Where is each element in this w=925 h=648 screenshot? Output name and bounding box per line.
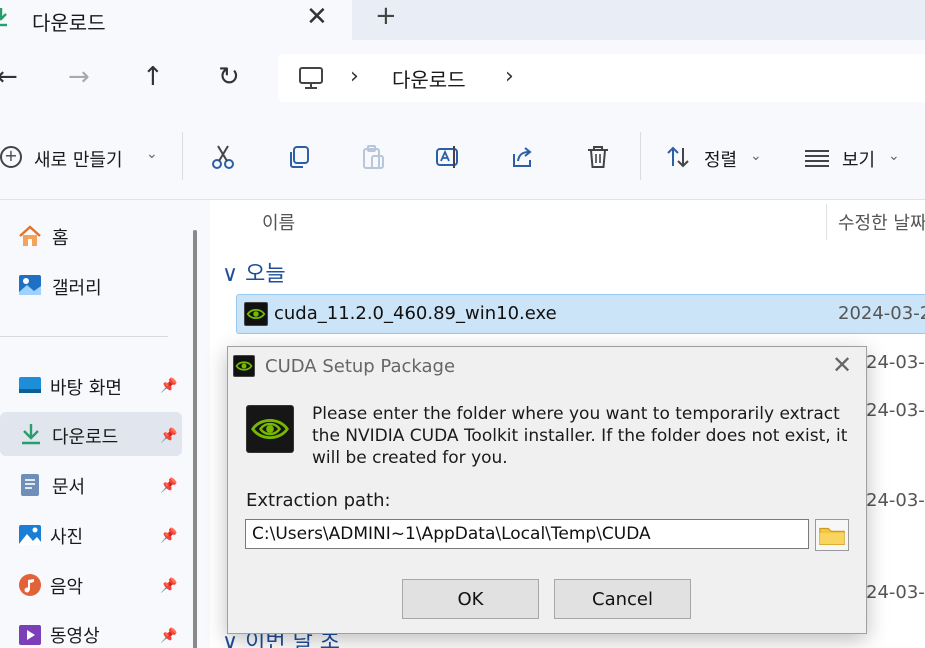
sidebar-item-label: 사진 — [50, 527, 84, 548]
forward-button[interactable]: → — [68, 64, 90, 90]
column-divider[interactable] — [826, 204, 827, 240]
extraction-path-input[interactable] — [245, 519, 809, 549]
copy-icon[interactable] — [286, 144, 312, 170]
this-pc-icon — [299, 67, 323, 89]
sidebar-item-label: 홈 — [52, 228, 69, 249]
browse-folder-button[interactable] — [815, 519, 849, 551]
pin-icon[interactable]: 📌 — [160, 528, 177, 544]
cut-icon[interactable] — [210, 144, 236, 170]
nvidia-icon — [233, 355, 255, 377]
command-bar — [0, 116, 925, 200]
dialog-title: CUDA Setup Package — [265, 356, 456, 377]
toolbar-divider — [182, 132, 183, 180]
paste-icon[interactable] — [360, 144, 386, 170]
breadcrumb-separator[interactable]: › — [350, 64, 359, 89]
gallery-icon — [19, 275, 41, 295]
file-name: cuda_11.2.0_460.89_win10.exe — [274, 303, 557, 324]
sidebar-item-label: 문서 — [52, 477, 86, 498]
sidebar-item-label: 음악 — [50, 577, 84, 598]
refresh-button[interactable]: ↻ — [218, 64, 240, 90]
file-date: 24-03-2 — [866, 400, 925, 421]
nvidia-logo — [246, 405, 294, 453]
file-date: 2024-03-2 — [838, 303, 925, 324]
rename-icon[interactable] — [435, 144, 461, 170]
pin-icon[interactable]: 📌 — [160, 378, 177, 394]
pin-icon[interactable]: 📌 — [160, 628, 177, 644]
dialog-close-button[interactable]: ✕ — [832, 350, 852, 380]
sidebar-item-label: 다운로드 — [52, 427, 119, 448]
chevron-down-icon[interactable]: ⌄ — [146, 146, 158, 162]
back-button[interactable]: ← — [0, 64, 18, 90]
pin-icon[interactable]: 📌 — [160, 428, 177, 444]
share-icon[interactable] — [510, 144, 536, 170]
new-tab-button[interactable]: + — [375, 3, 397, 29]
tab-title: 다운로드 — [32, 11, 106, 35]
sort-icon[interactable] — [665, 144, 691, 170]
address-bar[interactable] — [278, 54, 925, 102]
desktop-icon — [19, 377, 41, 393]
nvidia-eye-icon — [235, 361, 253, 371]
videos-icon — [19, 625, 41, 645]
nvidia-eye-icon — [246, 308, 266, 320]
view-button[interactable]: 보기 — [842, 146, 875, 172]
file-date: 24-03-2 — [866, 352, 925, 373]
sidebar-item-label: 바탕 화면 — [50, 378, 122, 399]
delete-icon[interactable] — [585, 144, 611, 170]
download-icon — [0, 8, 7, 27]
view-icon[interactable] — [804, 144, 830, 170]
sidebar-scrollbar[interactable] — [193, 230, 197, 648]
new-button[interactable]: 새로 만들기 — [34, 146, 123, 172]
sidebar-item-label: 갤러리 — [52, 278, 102, 299]
dialog-message: Please enter the folder where you want t… — [312, 404, 848, 468]
cancel-button[interactable]: Cancel — [554, 579, 691, 619]
ok-button[interactable]: OK — [402, 579, 539, 619]
folder-icon — [819, 527, 845, 545]
breadcrumb-item-downloads[interactable]: 다운로드 — [392, 64, 466, 93]
pin-icon[interactable]: 📌 — [160, 578, 177, 594]
pictures-icon — [19, 525, 41, 545]
sidebar-item-label: 동영상 — [50, 626, 100, 647]
extraction-path-label: Extraction path: — [246, 490, 391, 511]
pin-icon[interactable]: 📌 — [160, 478, 177, 494]
toolbar-divider — [640, 132, 641, 180]
nvidia-icon — [244, 302, 268, 326]
documents-icon — [21, 474, 39, 496]
chevron-down-icon[interactable]: ⌄ — [888, 148, 900, 164]
sidebar-divider — [0, 336, 168, 337]
file-date: 24-03-1 — [866, 582, 925, 603]
column-header-date[interactable]: 수정한 날짜 — [838, 209, 925, 235]
column-header-name[interactable]: 이름 — [262, 209, 295, 235]
chevron-down-icon[interactable]: ⌄ — [750, 148, 762, 164]
close-tab-button[interactable]: ✕ — [306, 4, 328, 30]
sort-button[interactable]: 정렬 — [704, 146, 737, 172]
download-icon — [22, 424, 40, 445]
new-icon[interactable]: + — [0, 146, 22, 168]
breadcrumb-separator[interactable]: › — [505, 64, 514, 89]
group-header-today[interactable]: ∨ 오늘 — [222, 256, 286, 288]
music-icon — [19, 574, 41, 596]
up-button[interactable]: ↑ — [142, 64, 164, 90]
nvidia-eye-icon — [251, 418, 289, 440]
home-icon — [19, 225, 41, 246]
file-date: 24-03-2 — [866, 490, 925, 511]
